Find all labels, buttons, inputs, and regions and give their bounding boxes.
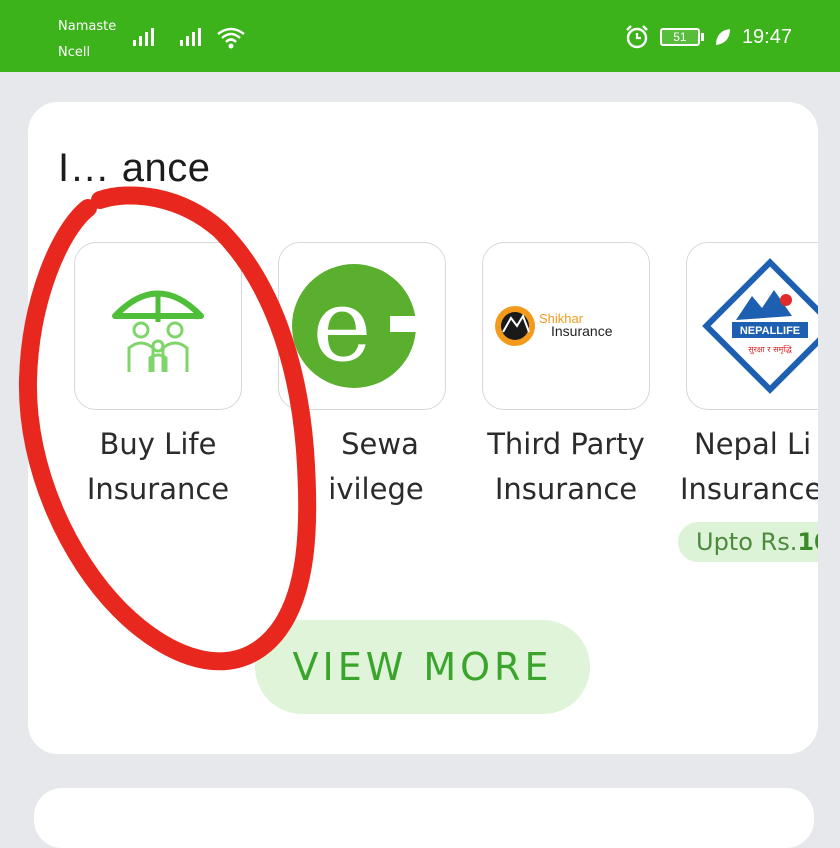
umbrella-family-icon (112, 290, 204, 372)
esewa-privilege-tile[interactable]: e (278, 242, 446, 410)
section-title: I… ance (58, 146, 211, 190)
label-line: ivilege (328, 472, 424, 506)
status-bar: Namaste Ncell 51 19:47 (0, 0, 840, 72)
buy-life-insurance-label[interactable]: Buy Life Insurance (48, 422, 268, 512)
svg-text:e: e (312, 267, 371, 384)
logo-text-bottom: Insurance (551, 323, 613, 339)
clock: 19:47 (741, 25, 792, 48)
badge-value: 10 (797, 528, 818, 556)
label-line: Insurance (86, 472, 230, 506)
svg-text:सुरक्षा र समृद्धि: सुरक्षा र समृद्धि (748, 344, 792, 355)
label-line: Sewa (341, 427, 419, 461)
signal-icon (133, 28, 154, 46)
label-line: Nepal Li (694, 427, 812, 461)
shikhar-insurance-logo: Shikhar Insurance (495, 306, 613, 346)
label-line: Third Party (487, 427, 645, 461)
signal-icon (180, 28, 201, 46)
leaf-icon (715, 29, 730, 45)
carrier-2: Ncell (58, 45, 91, 60)
battery-icon: 51 (659, 28, 704, 46)
nepal-life-logo: NEPALLIFE सुरक्षा र समृद्धि (702, 258, 818, 394)
insurance-card: I… ance Buy Life Insurance e Sewa ivileg… (28, 102, 818, 754)
nepal-life-insurance-label[interactable]: Nepal Li Insurance (668, 422, 818, 512)
badge-prefix: Upto Rs. (696, 528, 798, 556)
view-more-button[interactable]: VIEW MORE (255, 620, 590, 714)
wifi-icon (217, 27, 245, 49)
label-line: Insurance (494, 472, 638, 506)
esewa-privilege-label[interactable]: Sewa ivilege (252, 422, 472, 512)
next-card (34, 788, 814, 848)
third-party-insurance-tile[interactable]: Shikhar Insurance (482, 242, 650, 410)
nepal-life-insurance-tile[interactable]: NEPALLIFE सुरक्षा र समृद्धि (686, 242, 818, 410)
third-party-insurance-label[interactable]: Third Party Insurance (456, 422, 676, 512)
label-line: Buy Life (99, 427, 217, 461)
buy-life-insurance-tile[interactable] (74, 242, 242, 410)
price-badge: Upto Rs.10 (678, 522, 818, 562)
esewa-logo: e (292, 264, 432, 388)
battery-level: 51 (659, 28, 700, 46)
alarm-icon (626, 25, 648, 49)
carrier-1: Namaste (58, 19, 117, 34)
logo-text: NEPALLIFE (740, 325, 800, 337)
carrier-names: Namaste Ncell (58, 14, 116, 66)
label-line: Insurance (680, 472, 818, 506)
